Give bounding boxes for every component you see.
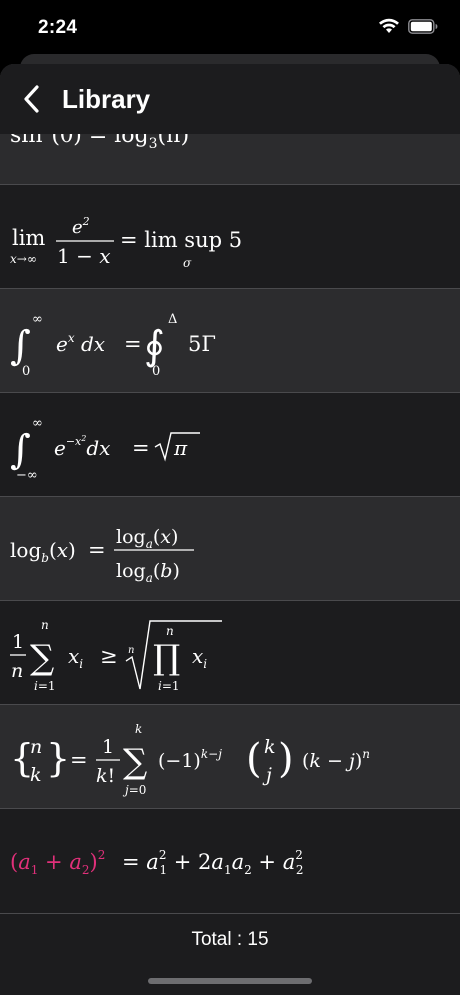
library-sheet: Library sin2(θ) = log3(π) lim x→∞ e2 1 −… <box>0 64 460 995</box>
svg-text:n: n <box>30 736 42 758</box>
formula-am-gm: 1 n ∑ n i=1 xi ≥ n ∏ n i=1 xi <box>10 615 270 695</box>
battery-icon <box>408 18 438 39</box>
svg-text:0: 0 <box>152 364 160 379</box>
svg-text:i=1: i=1 <box>158 679 180 693</box>
page-title: Library <box>62 83 151 114</box>
svg-text:n: n <box>41 618 49 632</box>
svg-text:0: 0 <box>22 364 30 379</box>
svg-text:e2: e2 <box>72 215 90 238</box>
svg-text:k!: k! <box>96 765 115 787</box>
svg-text:=: = <box>70 748 88 772</box>
svg-text:≥: ≥ <box>100 644 118 668</box>
formula-row[interactable]: { n k } = 1 k! ∑ k j=0 (−1)k−j ( k j ) (… <box>0 705 460 809</box>
svg-text:1: 1 <box>12 631 24 653</box>
svg-text:loga(b): loga(b) <box>116 560 180 585</box>
svg-text:∞: ∞ <box>32 312 43 327</box>
svg-text:): ) <box>278 736 294 782</box>
svg-text:ex dx: ex dx <box>56 331 105 356</box>
svg-text:1 − x: 1 − x <box>57 244 110 268</box>
navigation-bar: Library <box>0 64 460 134</box>
formula-stirling: { n k } = 1 k! ∑ k j=0 (−1)k−j ( k j ) (… <box>10 719 450 799</box>
formula-lim-sup: lim x→∞ e2 1 − x = lim sup 5 σ <box>10 211 270 271</box>
formula-row[interactable]: logb(x) = loga(x) loga(b) <box>0 497 460 601</box>
svg-text:k: k <box>135 722 142 736</box>
formula-row[interactable]: ∫ ∞ 0 ex dx = ∮ Δ 0 5Γ <box>0 289 460 393</box>
svg-text:∞: ∞ <box>32 416 43 431</box>
formula-row[interactable]: ∫ ∞ −∞ e−x2dx = π <box>0 393 460 497</box>
svg-text:j: j <box>262 764 272 786</box>
svg-text:n: n <box>128 645 134 656</box>
formula-row[interactable]: lim x→∞ e2 1 − x = lim sup 5 σ <box>0 185 460 289</box>
svg-text:=: = <box>124 332 142 356</box>
svg-text:k: k <box>264 736 276 758</box>
formula-gaussian-integral: ∫ ∞ −∞ e−x2dx = π <box>10 411 270 483</box>
svg-text:=: = <box>88 538 106 562</box>
svg-text:xi: xi <box>192 644 207 671</box>
svg-text:5Γ: 5Γ <box>188 332 216 356</box>
svg-text:= a21 + 2a1a2 + a22: = a2 1 + 2a1a2 + a2 2 <box>122 848 304 877</box>
svg-text:Δ: Δ <box>168 312 177 327</box>
svg-text:∑: ∑ <box>123 742 147 782</box>
formula-change-of-base: logb(x) = loga(x) loga(b) <box>10 515 270 585</box>
svg-text:}: } <box>46 736 70 780</box>
svg-text:x→∞: x→∞ <box>10 252 37 266</box>
svg-text:σ: σ <box>183 256 192 270</box>
svg-text:e−x2dx: e−x2dx <box>54 434 110 460</box>
svg-text:∮: ∮ <box>144 323 165 369</box>
svg-text:∏: ∏ <box>153 638 180 678</box>
svg-text:j=0: j=0 <box>122 783 146 797</box>
status-time: 2:24 <box>38 17 78 38</box>
svg-text:(−1)k−j: (−1)k−j <box>158 747 222 772</box>
formula-contour-integral: ∫ ∞ 0 ex dx = ∮ Δ 0 5Γ <box>10 307 270 379</box>
svg-text:= lim sup 5: = lim sup 5 <box>120 228 242 252</box>
svg-text:xi: xi <box>68 644 83 671</box>
svg-text:∫: ∫ <box>10 427 31 473</box>
formula-row[interactable]: 1 n ∑ n i=1 xi ≥ n ∏ n i=1 xi <box>0 601 460 705</box>
footer: Total : 15 <box>0 915 460 995</box>
formula-binomial-square: (a1 + a2)2 = a2 1 + 2a1a2 + a2 2 <box>10 837 330 887</box>
svg-text:lim: lim <box>12 226 45 250</box>
svg-text:k: k <box>30 764 42 786</box>
svg-text:logb(x): logb(x) <box>10 538 76 565</box>
status-bar: 2:24 <box>0 0 460 58</box>
svg-text:(: ( <box>246 736 262 782</box>
svg-text:i=1: i=1 <box>34 679 56 693</box>
total-count: Total : 15 <box>191 929 269 950</box>
svg-text:=: = <box>132 436 150 460</box>
status-icons <box>378 18 438 39</box>
svg-text:(k − j)n: (k − j)n <box>302 747 370 772</box>
svg-text:loga(x): loga(x) <box>116 526 178 551</box>
chevron-left-icon <box>24 85 39 113</box>
back-button[interactable] <box>22 84 42 114</box>
formula-list[interactable]: sin2(θ) = log3(π) lim x→∞ e2 1 − x = lim… <box>0 64 460 914</box>
svg-text:(a1 + a2)2: (a1 + a2)2 <box>10 848 105 877</box>
svg-text:π: π <box>173 436 188 460</box>
svg-text:1: 1 <box>102 736 114 758</box>
wifi-icon <box>378 18 400 39</box>
svg-text:∑: ∑ <box>30 638 54 678</box>
home-indicator[interactable] <box>148 978 312 984</box>
svg-text:∫: ∫ <box>10 323 31 369</box>
svg-text:n: n <box>11 660 23 682</box>
formula-row[interactable]: (a1 + a2)2 = a2 1 + 2a1a2 + a2 2 <box>0 809 460 914</box>
svg-text:−∞: −∞ <box>16 468 38 483</box>
svg-text:n: n <box>166 624 174 638</box>
